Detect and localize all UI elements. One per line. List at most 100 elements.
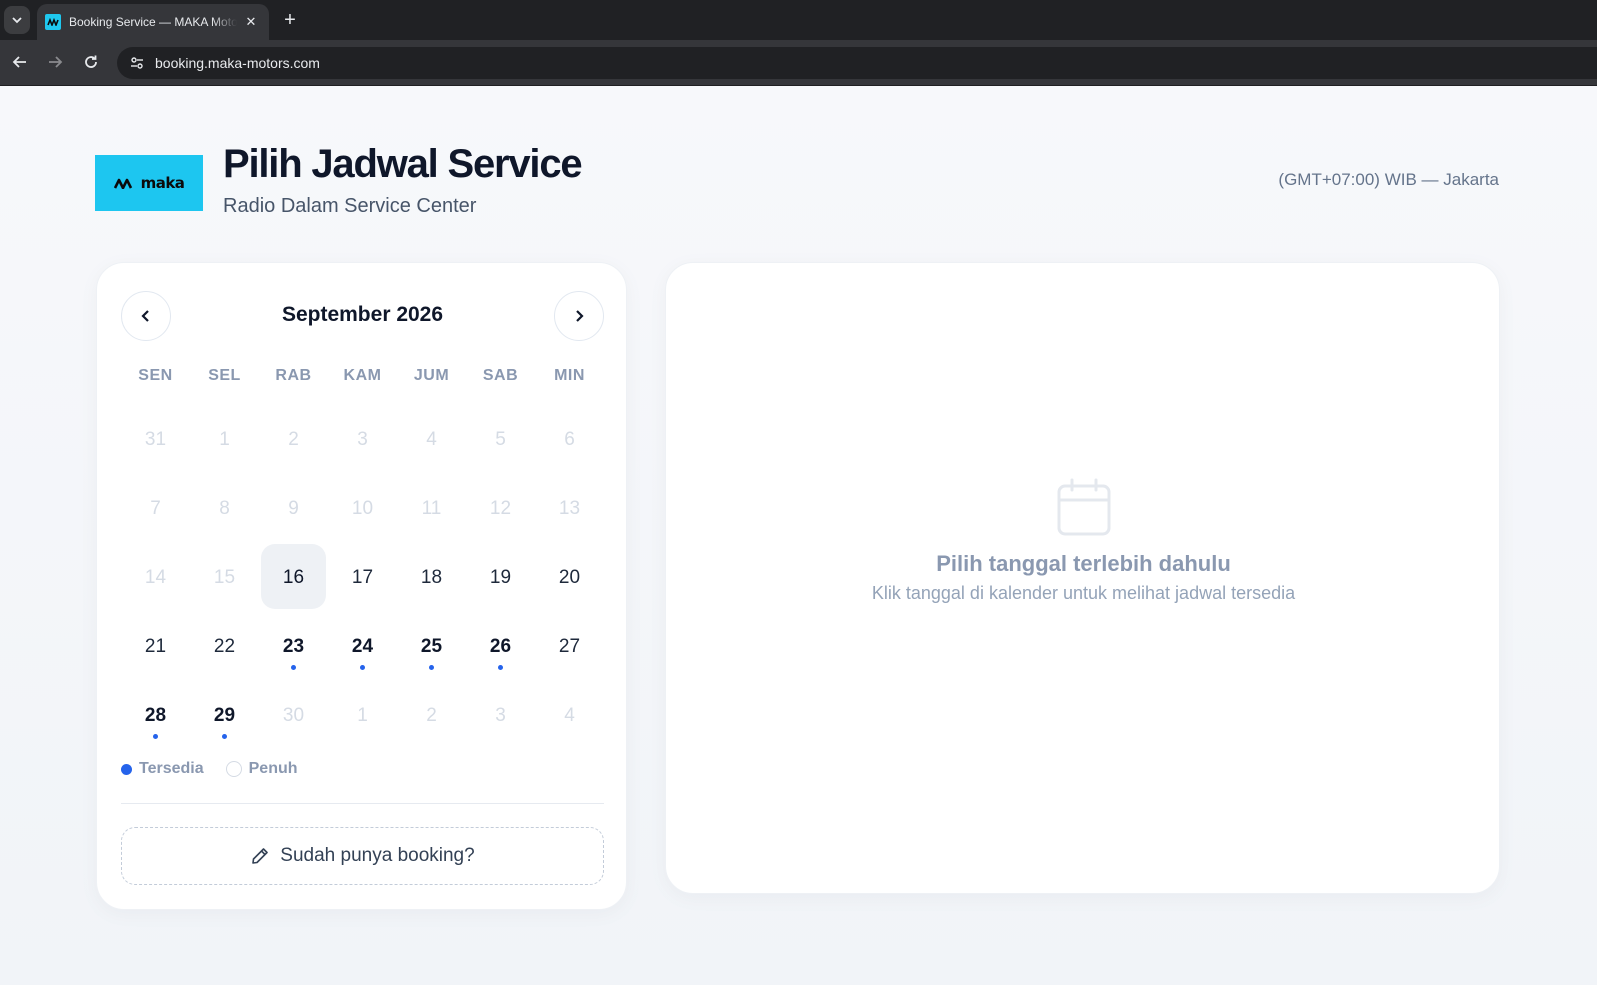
available-dot-icon bbox=[121, 763, 132, 775]
weekday-label: SEL bbox=[208, 367, 241, 384]
calendar-day: 30 bbox=[259, 681, 328, 750]
day-number: 14 bbox=[144, 566, 167, 588]
calendar-day-grid: 31 1 2 3 4 5 6 7 8 9 10 11 12 13 14 15 16 17 18 19 20 21 22 23 2… bbox=[121, 405, 604, 750]
day-number: 4 bbox=[564, 704, 575, 726]
calendar-icon bbox=[1057, 478, 1111, 536]
calendar-day[interactable]: 28 bbox=[121, 681, 190, 750]
empty-state-title: Pilih tanggal terlebih dahulu bbox=[936, 551, 1231, 576]
browser-toolbar: booking.maka-motors.com bbox=[0, 40, 1597, 86]
reload-button[interactable] bbox=[78, 49, 104, 75]
close-tab-icon[interactable]: ✕ bbox=[243, 14, 259, 30]
calendar-card: September 2026 SEN SEL RAB KAM JUM SAB M… bbox=[96, 262, 627, 910]
day-number: 4 bbox=[426, 428, 437, 450]
address-bar[interactable]: booking.maka-motors.com bbox=[117, 47, 1597, 79]
day-number: 3 bbox=[495, 704, 506, 726]
calendar-day: 8 bbox=[190, 474, 259, 543]
weekday-label: MIN bbox=[554, 367, 585, 384]
calendar-day: 1 bbox=[328, 681, 397, 750]
calendar-day[interactable]: 18 bbox=[397, 543, 466, 612]
day-number: 18 bbox=[420, 566, 443, 588]
calendar-day: 2 bbox=[397, 681, 466, 750]
availability-dot-icon bbox=[291, 665, 296, 670]
calendar-day-today[interactable]: 16 bbox=[259, 543, 328, 612]
existing-booking-button[interactable]: Sudah punya booking? bbox=[121, 827, 604, 885]
calendar-day: 10 bbox=[328, 474, 397, 543]
calendar-day[interactable]: 17 bbox=[328, 543, 397, 612]
day-number: 5 bbox=[495, 428, 506, 450]
calendar-day: 15 bbox=[190, 543, 259, 612]
month-label: September 2026 bbox=[281, 303, 444, 326]
empty-state-subtitle: Klik tanggal di kalender untuk melihat j… bbox=[871, 583, 1296, 603]
calendar-day: 7 bbox=[121, 474, 190, 543]
legend-available-label: Tersedia bbox=[139, 760, 204, 777]
day-number: 9 bbox=[288, 497, 299, 519]
calendar-day: 13 bbox=[535, 474, 604, 543]
day-number: 26 bbox=[489, 635, 512, 657]
calendar-day: 3 bbox=[466, 681, 535, 750]
calendar-day: 12 bbox=[466, 474, 535, 543]
calendar-day[interactable]: 27 bbox=[535, 612, 604, 681]
forward-button[interactable] bbox=[42, 49, 68, 75]
day-number: 6 bbox=[564, 428, 575, 450]
day-number: 22 bbox=[213, 635, 236, 657]
calendar-day[interactable]: 20 bbox=[535, 543, 604, 612]
day-number: 1 bbox=[357, 704, 368, 726]
day-number: 30 bbox=[282, 704, 305, 726]
arrow-left-icon bbox=[12, 56, 26, 68]
back-button[interactable] bbox=[7, 49, 33, 75]
day-number: 23 bbox=[282, 635, 305, 657]
day-number: 19 bbox=[489, 566, 512, 588]
day-number: 28 bbox=[144, 704, 167, 726]
calendar-day: 9 bbox=[259, 474, 328, 543]
calendar-day[interactable]: 23 bbox=[259, 612, 328, 681]
calendar-day: 6 bbox=[535, 405, 604, 474]
maka-mark-icon bbox=[113, 178, 132, 189]
arrow-right-icon bbox=[49, 56, 63, 68]
day-number: 21 bbox=[144, 635, 167, 657]
calendar-day[interactable]: 19 bbox=[466, 543, 535, 612]
pencil-icon bbox=[252, 848, 269, 864]
legend-full-label: Penuh bbox=[248, 760, 298, 777]
calendar-day[interactable]: 24 bbox=[328, 612, 397, 681]
calendar-day: 4 bbox=[535, 681, 604, 750]
weekday-label: SEN bbox=[138, 367, 173, 384]
tab-search-button[interactable] bbox=[4, 6, 30, 34]
day-number: 12 bbox=[489, 497, 512, 519]
availability-dot-icon bbox=[153, 734, 158, 739]
new-tab-button[interactable]: + bbox=[278, 8, 302, 32]
weekday-label: SAB bbox=[482, 367, 519, 384]
site-settings-icon[interactable] bbox=[127, 53, 147, 73]
calendar-day[interactable]: 22 bbox=[190, 612, 259, 681]
calendar-day[interactable]: 26 bbox=[466, 612, 535, 681]
calendar-day: 5 bbox=[466, 405, 535, 474]
calendar-day: 11 bbox=[397, 474, 466, 543]
next-month-button[interactable] bbox=[554, 291, 604, 341]
full-circle-icon bbox=[225, 761, 242, 777]
logo-wordmark: maka bbox=[140, 174, 185, 192]
day-number: 29 bbox=[213, 704, 236, 726]
calendar-day[interactable]: 21 bbox=[121, 612, 190, 681]
legend-full: Penuh bbox=[225, 760, 298, 778]
legend-available: Tersedia bbox=[121, 760, 204, 778]
day-number: 17 bbox=[351, 566, 374, 588]
availability-dot-icon bbox=[429, 665, 434, 670]
calendar-day: 3 bbox=[328, 405, 397, 474]
tab-title: Booking Service — MAKA Motors bbox=[69, 15, 237, 29]
day-number: 11 bbox=[421, 497, 442, 519]
day-number: 7 bbox=[150, 497, 161, 519]
browser-tab[interactable]: Booking Service — MAKA Motors ✕ bbox=[37, 4, 269, 40]
page-title: Pilih Jadwal Service bbox=[223, 142, 583, 186]
calendar-day[interactable]: 25 bbox=[397, 612, 466, 681]
calendar-day: 14 bbox=[121, 543, 190, 612]
day-number: 31 bbox=[144, 428, 167, 450]
availability-dot-icon bbox=[498, 665, 503, 670]
service-center-name: Radio Dalam Service Center bbox=[223, 195, 477, 217]
calendar-day[interactable]: 29 bbox=[190, 681, 259, 750]
maka-favicon-icon bbox=[45, 14, 61, 30]
day-number: 25 bbox=[420, 635, 443, 657]
day-number: 3 bbox=[357, 428, 368, 450]
url-text: booking.maka-motors.com bbox=[155, 55, 320, 71]
day-number: 10 bbox=[351, 497, 374, 519]
day-number: 8 bbox=[219, 497, 230, 519]
day-number: 16 bbox=[282, 566, 305, 588]
